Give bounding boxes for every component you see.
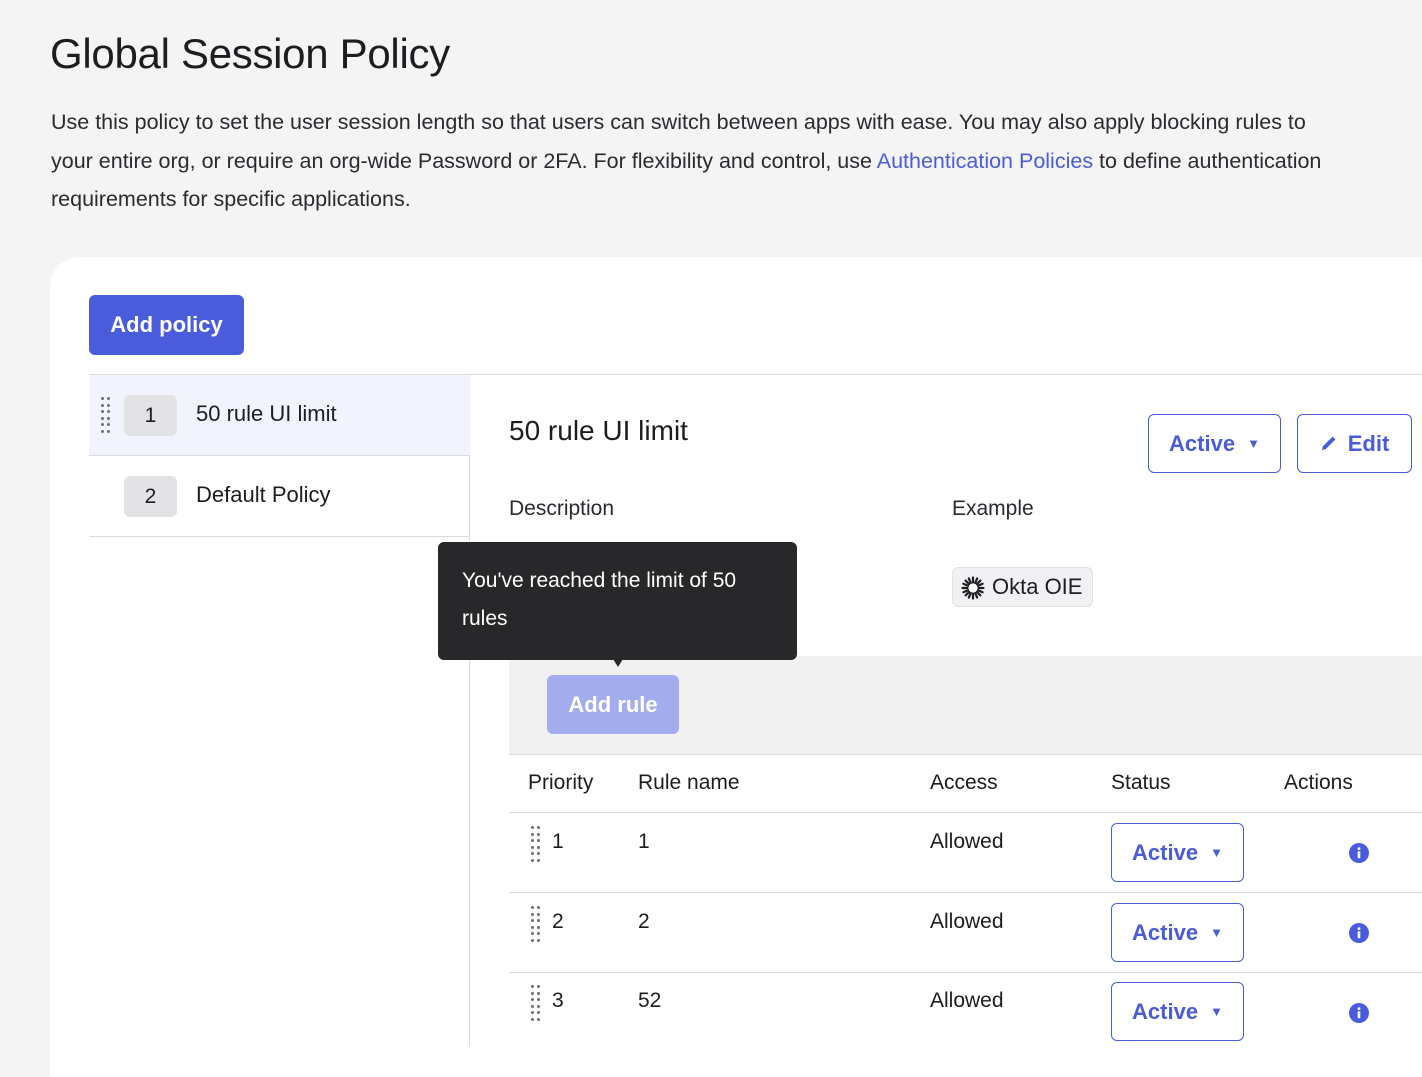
column-header-actions: Actions xyxy=(1284,771,1353,794)
caret-down-icon: ▼ xyxy=(1210,1003,1223,1019)
policy-priority-badge: 2 xyxy=(124,476,177,517)
rule-priority: 1 xyxy=(552,830,564,853)
policy-list-item[interactable]: 1 50 rule UI limit xyxy=(89,375,470,455)
divider xyxy=(509,754,1422,755)
okta-logo-icon xyxy=(961,576,985,600)
add-rule-button[interactable]: Add rule xyxy=(547,675,679,734)
policy-status-dropdown[interactable]: Active ▼ xyxy=(1148,414,1281,473)
rule-name: 52 xyxy=(638,989,662,1012)
policy-detail-title: 50 rule UI limit xyxy=(509,415,688,446)
rule-status-dropdown[interactable]: Active ▼ xyxy=(1111,903,1244,962)
info-icon[interactable] xyxy=(1349,923,1369,943)
divider xyxy=(89,536,470,537)
rule-priority: 2 xyxy=(552,910,564,933)
drag-handle-icon[interactable] xyxy=(531,826,541,862)
caret-down-icon: ▼ xyxy=(1247,435,1260,451)
column-header-rule-name: Rule name xyxy=(638,771,740,794)
info-icon[interactable] xyxy=(1349,843,1369,863)
divider xyxy=(509,812,1422,813)
drag-handle-icon[interactable] xyxy=(531,906,541,942)
rule-limit-tooltip: You've reached the limit of 50 rules xyxy=(438,542,797,660)
rule-status-dropdown[interactable]: Active ▼ xyxy=(1111,982,1244,1041)
rule-access: Allowed xyxy=(930,830,1004,853)
add-policy-button[interactable]: Add policy xyxy=(89,295,244,355)
drag-handle-icon[interactable] xyxy=(531,985,541,1021)
rule-status-dropdown[interactable]: Active ▼ xyxy=(1111,823,1244,882)
divider xyxy=(509,892,1422,893)
drag-handle-icon[interactable] xyxy=(101,397,111,433)
description-label: Description xyxy=(509,497,615,520)
policy-name: Default Policy xyxy=(196,482,331,507)
caret-down-icon: ▼ xyxy=(1210,844,1223,860)
edit-policy-button[interactable]: Edit xyxy=(1297,414,1412,473)
column-header-access: Access xyxy=(930,771,998,794)
info-icon[interactable] xyxy=(1349,1003,1369,1023)
policy-status-label: Active xyxy=(1169,430,1236,456)
example-app-name: Okta OIE xyxy=(992,574,1083,599)
edit-label: Edit xyxy=(1347,430,1390,456)
divider xyxy=(509,972,1422,973)
rule-access: Allowed xyxy=(930,989,1004,1012)
rule-name: 1 xyxy=(638,830,650,853)
rule-name: 2 xyxy=(638,910,650,933)
page-description: Use this policy to set the user session … xyxy=(51,103,1341,219)
column-header-status: Status xyxy=(1111,771,1171,794)
example-app-chip: Okta OIE xyxy=(952,567,1093,607)
pencil-icon xyxy=(1321,436,1336,450)
page-title: Global Session Policy xyxy=(50,30,450,77)
rule-status-label: Active xyxy=(1132,998,1199,1024)
rule-priority: 3 xyxy=(552,989,564,1012)
tooltip-arrow xyxy=(613,659,623,667)
rule-status-label: Active xyxy=(1132,919,1199,945)
caret-down-icon: ▼ xyxy=(1210,924,1223,940)
policy-priority-badge: 1 xyxy=(124,395,177,436)
authentication-policies-link[interactable]: Authentication Policies xyxy=(877,149,1093,173)
policy-list-item[interactable]: 2 Default Policy xyxy=(89,456,470,536)
column-header-priority: Priority xyxy=(528,771,594,794)
policy-name: 50 rule UI limit xyxy=(196,401,337,426)
rule-access: Allowed xyxy=(930,910,1004,933)
rule-status-label: Active xyxy=(1132,839,1199,865)
example-label: Example xyxy=(952,497,1034,520)
